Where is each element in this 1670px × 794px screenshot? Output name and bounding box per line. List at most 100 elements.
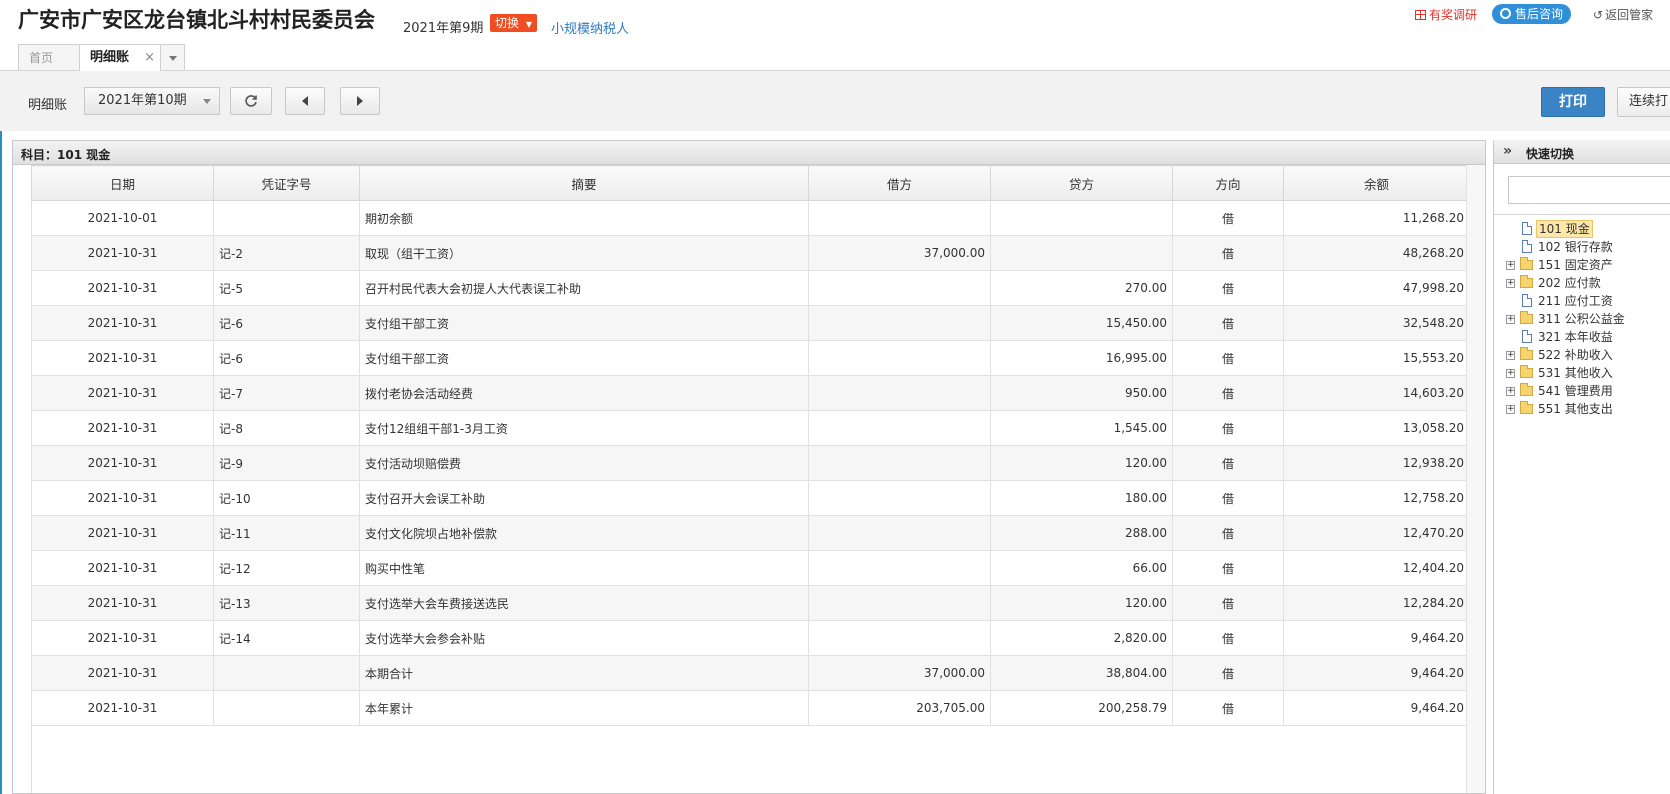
account-code: 101 [1539, 222, 1562, 236]
tree-item-label: 541 管理费用 [1536, 382, 1615, 400]
cell-balance: 9,464.20 [1283, 620, 1470, 656]
cell-debit [808, 340, 991, 376]
cell-debit [808, 270, 991, 306]
cell-balance: 48,268.20 [1283, 235, 1470, 271]
file-icon [1522, 330, 1532, 343]
account-code: 211 [1538, 294, 1561, 308]
account-name: 现金 [1565, 222, 1590, 236]
period-select[interactable]: 2021年第10期 [84, 87, 220, 115]
table-row[interactable]: 2021-10-31 记-13 支付选举大会车费接送选民 120.00 借 12,284.… [31, 585, 1470, 621]
cell-summary: 拨付老协会活动经费 [359, 375, 809, 411]
grid-scrollbar[interactable] [1466, 165, 1485, 793]
account-code: 522 [1538, 348, 1561, 362]
expand-plus-icon[interactable]: + [1506, 387, 1515, 396]
cell-balance: 12,938.20 [1283, 445, 1470, 481]
cell-debit: 37,000.00 [808, 655, 991, 691]
table-row[interactable]: 2021-10-31 记-9 支付活动坝赔偿费 120.00 借 12,938.20 [31, 445, 1470, 481]
file-icon [1522, 222, 1532, 235]
cell-summary: 取现（组干工资） [359, 235, 809, 271]
cell-voucher: 记-6 [213, 340, 360, 376]
cell-summary: 支付选举大会参会补贴 [359, 620, 809, 656]
account-code: 102 [1538, 240, 1561, 254]
cell-debit [808, 375, 991, 411]
print-button[interactable]: 打印 [1541, 87, 1605, 117]
col-voucher[interactable]: 凭证字号 [213, 165, 360, 201]
continuous-print-button[interactable]: 连续打 [1617, 87, 1670, 117]
cell-direction: 借 [1172, 515, 1284, 551]
tab-ledger[interactable]: 明细账 × [79, 44, 161, 71]
switch-period-button[interactable]: 切换 ▼ [490, 14, 537, 32]
expand-plus-icon[interactable]: + [1506, 315, 1515, 324]
cell-debit [808, 410, 991, 446]
cell-summary: 购买中性笔 [359, 550, 809, 586]
cell-summary: 支付召开大会误工补助 [359, 480, 809, 516]
cell-balance: 12,404.20 [1283, 550, 1470, 586]
col-debit[interactable]: 借方 [808, 165, 991, 201]
expand-plus-icon[interactable]: + [1506, 405, 1515, 414]
cell-direction: 借 [1172, 305, 1284, 341]
cell-voucher [213, 200, 360, 236]
cell-credit: 200,258.79 [990, 690, 1173, 726]
cell-date: 2021-10-31 [31, 585, 214, 621]
tab-dropdown[interactable] [160, 44, 185, 70]
folder-icon [1520, 383, 1533, 396]
table-row[interactable]: 2021-10-31 记-5 召开村民代表大会初提人大代表误工补助 270.00 借 47… [31, 270, 1470, 306]
cell-date: 2021-10-31 [31, 655, 214, 691]
cell-summary: 本年累计 [359, 690, 809, 726]
col-summary[interactable]: 摘要 [359, 165, 809, 201]
table-row[interactable]: 2021-10-31 记-6 支付组干部工资 15,450.00 借 32,548.20 [31, 305, 1470, 341]
expand-plus-icon[interactable]: + [1506, 261, 1515, 270]
collapse-arrows-icon[interactable]: » [1503, 143, 1512, 159]
col-balance[interactable]: 余额 [1283, 165, 1470, 201]
cell-voucher: 记-2 [213, 235, 360, 271]
table-row[interactable]: 2021-10-31 本期合计 37,000.00 38,804.00 借 9,464.2… [31, 655, 1470, 691]
cell-debit [808, 515, 991, 551]
close-icon[interactable]: × [144, 45, 155, 71]
cell-summary: 期初余额 [359, 200, 809, 236]
col-date[interactable]: 日期 [31, 165, 214, 201]
cell-summary: 支付组干部工资 [359, 340, 809, 376]
table-row[interactable]: 2021-10-31 记-2 取现（组干工资） 37,000.00 借 48,268.20 [31, 235, 1470, 271]
cell-credit: 66.00 [990, 550, 1173, 586]
back-label: 返回管家 [1605, 8, 1654, 22]
top-header: 广安市广安区龙台镇北斗村村民委员会 2021年第9期 切换 ▼ 小规模纳税人 有… [0, 0, 1670, 71]
table-row[interactable]: 2021-10-31 本年累计 203,705.00 200,258.79 借 9,464… [31, 690, 1470, 726]
table-row[interactable]: 2021-10-31 记-6 支付组干部工资 16,995.00 借 15,553.20 [31, 340, 1470, 376]
table-row[interactable]: 2021-10-31 记-12 购买中性笔 66.00 借 12,404.20 [31, 550, 1470, 586]
cell-credit: 1,545.00 [990, 410, 1173, 446]
expand-plus-icon[interactable]: + [1506, 369, 1515, 378]
taxpayer-type-link[interactable]: 小规模纳税人 [551, 18, 629, 37]
table-row[interactable]: 2021-10-31 记-11 支付文化院坝占地补偿款 288.00 借 12,470.2… [31, 515, 1470, 551]
cell-date: 2021-10-31 [31, 550, 214, 586]
tree-item-label: 101 现金 [1536, 220, 1593, 238]
table-row[interactable]: 2021-10-01 期初余额 借 11,268.20 [31, 200, 1470, 236]
expand-plus-icon[interactable]: + [1506, 351, 1515, 360]
quick-switch-search-input[interactable] [1508, 176, 1670, 204]
cell-direction: 借 [1172, 620, 1284, 656]
cell-voucher: 记-9 [213, 445, 360, 481]
folder-icon [1520, 401, 1533, 414]
ledger-grid-panel: 科目：101 现金 日期 凭证字号 摘要 借方 贷方 方向 余额 2021-10… [12, 140, 1486, 794]
back-to-manager-link[interactable]: ↺ 返回管家 [1593, 6, 1653, 23]
cell-debit: 37,000.00 [808, 235, 991, 271]
expand-plus-icon[interactable]: + [1506, 279, 1515, 288]
table-row[interactable]: 2021-10-31 记-14 支付选举大会参会补贴 2,820.00 借 9,464.2… [31, 620, 1470, 656]
survey-link[interactable]: 有奖调研 [1415, 6, 1477, 23]
refresh-button[interactable] [230, 87, 272, 115]
cell-voucher: 记-14 [213, 620, 360, 656]
tab-home[interactable]: 首页 [18, 44, 80, 70]
cell-direction: 借 [1172, 375, 1284, 411]
account-code: 321 [1538, 330, 1561, 344]
file-icon [1522, 294, 1532, 307]
next-period-button[interactable] [340, 87, 380, 115]
col-credit[interactable]: 贷方 [990, 165, 1173, 201]
table-row[interactable]: 2021-10-31 记-8 支付12组组干部1-3月工资 1,545.00 借 13,0… [31, 410, 1470, 446]
table-row[interactable]: 2021-10-31 记-10 支付召开大会误工补助 180.00 借 12,758.20 [31, 480, 1470, 516]
prev-period-button[interactable] [285, 87, 325, 115]
support-button[interactable]: 售后咨询 [1492, 4, 1572, 24]
cell-direction: 借 [1172, 445, 1284, 481]
col-direction[interactable]: 方向 [1172, 165, 1284, 201]
account-name: 其他收入 [1564, 366, 1613, 380]
cell-summary: 本期合计 [359, 655, 809, 691]
table-row[interactable]: 2021-10-31 记-7 拨付老协会活动经费 950.00 借 14,603.20 [31, 375, 1470, 411]
